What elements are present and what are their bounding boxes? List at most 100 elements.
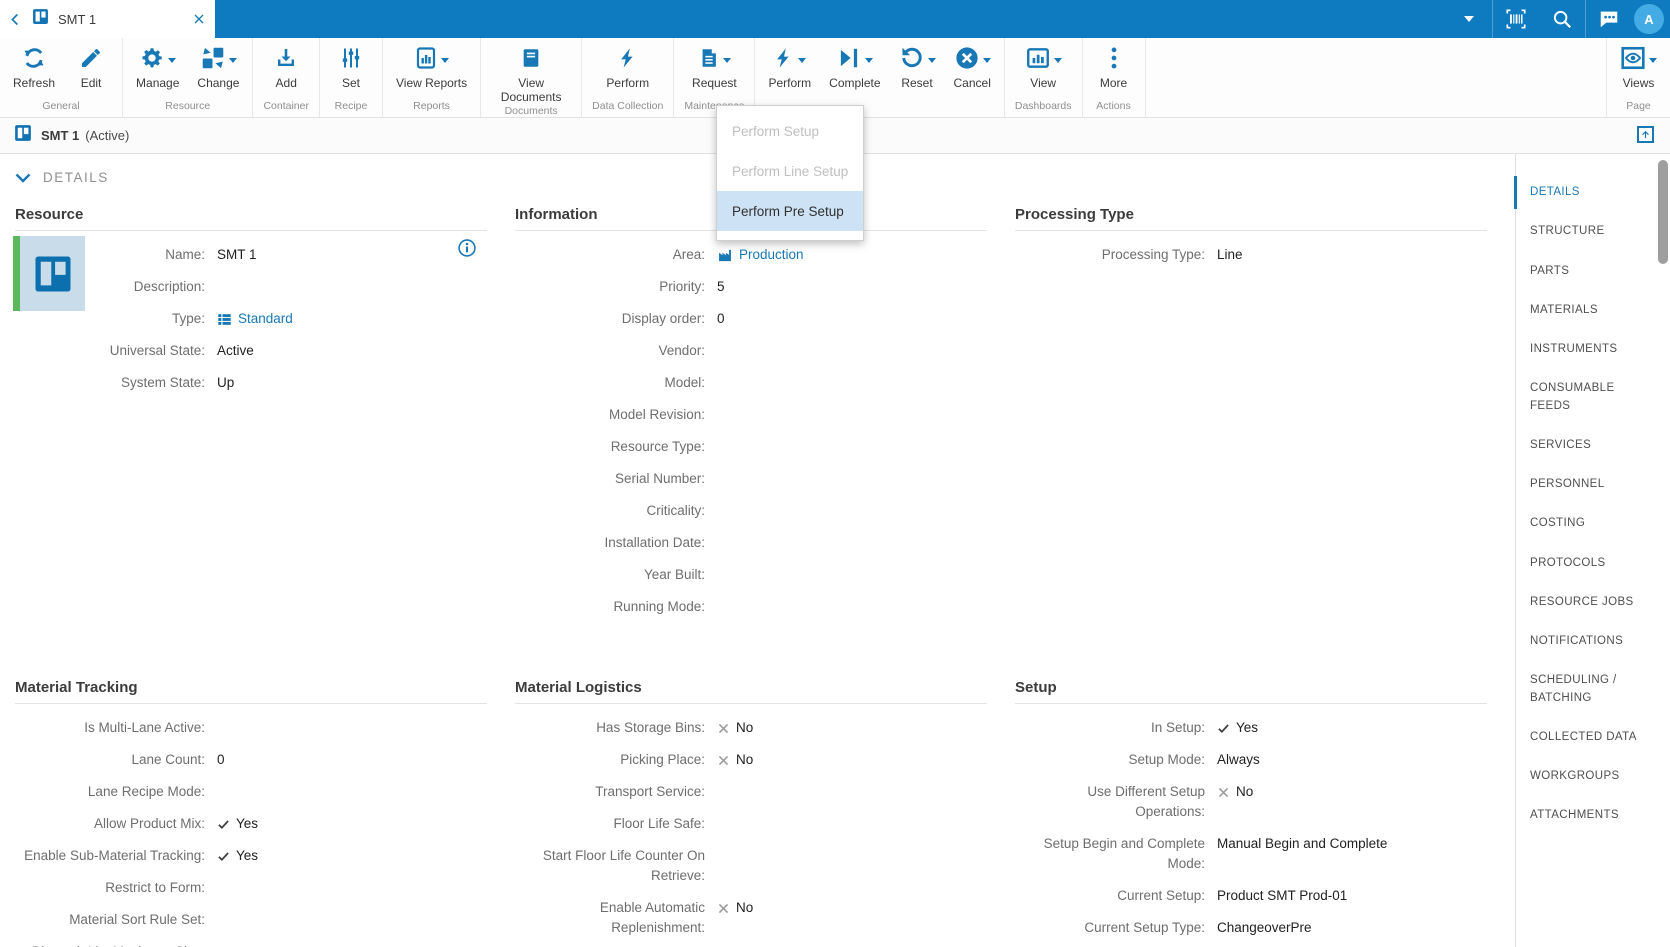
sidenav-item-parts[interactable]: PARTS	[1516, 252, 1655, 291]
sidenav-item-personnel[interactable]: PERSONNEL	[1516, 465, 1655, 504]
caret-down-icon	[983, 58, 991, 63]
value-text: Yes	[236, 814, 258, 834]
sliders-icon	[339, 45, 363, 76]
request-icon	[698, 45, 720, 76]
manage-button[interactable]: Manage	[127, 38, 188, 91]
toolbar-group-page: ViewsPage	[1606, 38, 1670, 117]
complete-button[interactable]: Complete	[820, 38, 889, 91]
field-row: System State:Up	[15, 373, 487, 393]
field-row: Floor Life Safe:	[515, 814, 987, 834]
field-label: Start Floor Life Counter On Retrieve:	[515, 846, 705, 886]
toolbar-group-label: Recipe	[324, 100, 378, 117]
field-label: Setup Mode:	[1015, 750, 1205, 770]
request-button[interactable]: Request	[683, 38, 746, 91]
sidenav-item-structure[interactable]: STRUCTURE	[1516, 212, 1655, 251]
active-tab[interactable]: SMT 1	[0, 0, 215, 38]
toolbar-group-dashboards: ViewDashboards	[1005, 38, 1083, 117]
resource-board-icon	[14, 124, 32, 147]
detail-sections: ResourceName:SMT 1Description:Type:Stand…	[15, 198, 1515, 947]
add-button[interactable]: Add	[259, 38, 313, 91]
refresh-button[interactable]: Refresh	[4, 38, 64, 91]
info-icon[interactable]	[457, 238, 477, 263]
button-label: More	[1100, 77, 1127, 91]
field-label: In Setup:	[1015, 718, 1205, 738]
field-label: Current Setup:	[1015, 886, 1205, 906]
sidenav-item-protocols[interactable]: PROTOCOLS	[1516, 544, 1655, 583]
field-row: Has Storage Bins:No	[515, 718, 987, 738]
sidenav-item-costing[interactable]: COSTING	[1516, 504, 1655, 543]
views-button[interactable]: Views	[1611, 38, 1666, 91]
field-label: Material Sort Rule Set:	[15, 910, 205, 930]
sidenav-item-collected-data[interactable]: COLLECTED DATA	[1516, 718, 1655, 757]
menu-item-perform-pre-setup[interactable]: Perform Pre Setup	[717, 191, 863, 231]
tabs-dropdown-caret-icon[interactable]	[1446, 0, 1492, 38]
reset-button[interactable]: Reset	[890, 38, 945, 91]
resource-thumbnail[interactable]	[13, 236, 85, 311]
view-button[interactable]: View	[1016, 38, 1071, 91]
field-label: Running Mode:	[515, 597, 705, 617]
field-row: Vendor:	[515, 341, 987, 361]
field-row: Type:Standard	[15, 309, 487, 329]
sidenav-item-attachments[interactable]: ATTACHMENTS	[1516, 796, 1655, 835]
user-avatar[interactable]: A	[1634, 4, 1664, 34]
tab-title: SMT 1	[58, 12, 184, 27]
button-label: Manage	[136, 77, 179, 91]
sidenav-item-details[interactable]: DETAILS	[1516, 173, 1655, 212]
field-label: Enable Sub-Material Tracking:	[15, 846, 205, 866]
toolbar-group-container: Add Container	[253, 38, 320, 117]
value-text: Active	[217, 341, 254, 361]
edit-button[interactable]: Edit	[64, 38, 118, 91]
topbar-actions: A	[1446, 0, 1670, 38]
button-label: Reset	[901, 77, 932, 91]
field-value[interactable]: Production	[717, 245, 804, 265]
sidenav-item-notifications[interactable]: NOTIFICATIONS	[1516, 622, 1655, 661]
main-content: DETAILS ResourceName:SMT 1Description:Ty…	[0, 154, 1515, 947]
menu-item-perform-line-setup: Perform Line Setup	[717, 151, 863, 191]
field-row: Display order:0	[515, 309, 987, 329]
field-label: Year Built:	[515, 565, 705, 585]
change-button[interactable]: Change	[188, 38, 248, 91]
more-button[interactable]: More	[1087, 38, 1141, 91]
field-row: Processing Type:Line	[1015, 245, 1487, 265]
section-title: Setup	[1015, 679, 1487, 704]
collapse-panel-icon[interactable]	[1637, 126, 1654, 143]
vertical-scrollbar[interactable]	[1658, 160, 1668, 264]
field-label: Transport Service:	[515, 782, 705, 802]
cancel-button[interactable]: Cancel	[945, 38, 1000, 91]
set-button[interactable]: Set	[324, 38, 378, 91]
sidenav-item-consumable-feeds[interactable]: CONSUMABLE FEEDS	[1516, 369, 1655, 426]
barcode-scan-icon[interactable]	[1493, 0, 1539, 38]
toolbar-group-recipe: Set Recipe	[320, 38, 383, 117]
field-row: Setup Begin and Complete Mode:Manual Beg…	[1015, 834, 1487, 874]
field-value: No	[717, 898, 753, 918]
sidenav-item-instruments[interactable]: INSTRUMENTS	[1516, 330, 1655, 369]
sidenav-item-workgroups[interactable]: WORKGROUPS	[1516, 757, 1655, 796]
view-reports-button[interactable]: View Reports	[387, 38, 476, 91]
field-row: Description:	[15, 277, 487, 297]
button-label: Refresh	[13, 77, 55, 91]
sidenav-item-resource-jobs[interactable]: RESOURCE JOBS	[1516, 583, 1655, 622]
perform-button[interactable]: Perform	[759, 38, 820, 91]
perform-button[interactable]: Perform	[597, 38, 658, 91]
field-value[interactable]: Standard	[217, 309, 293, 329]
back-chevron-icon[interactable]	[8, 12, 23, 27]
field-value: Line	[1217, 245, 1243, 265]
tab-close-icon[interactable]	[193, 13, 205, 25]
x-mark-icon	[717, 722, 730, 735]
toolbar-group-label: Container	[257, 100, 315, 117]
sidenav-item-scheduling-batching[interactable]: SCHEDULING / BATCHING	[1516, 661, 1655, 718]
top-tab-bar: SMT 1 A	[0, 0, 1670, 38]
chat-icon[interactable]	[1586, 0, 1632, 38]
menu-item-perform-setup: Perform Setup	[717, 111, 863, 151]
sidenav-item-materials[interactable]: MATERIALS	[1516, 291, 1655, 330]
value-text: Yes	[1236, 718, 1258, 738]
sidenav-item-services[interactable]: SERVICES	[1516, 426, 1655, 465]
dashboard-icon	[1025, 45, 1051, 76]
field-row: Restrict to Form:	[15, 878, 487, 898]
field-label: Lane Count:	[15, 750, 205, 770]
value-text: Standard	[238, 309, 293, 329]
caret-down-icon	[1054, 58, 1062, 63]
view-documents-button[interactable]: View Documents	[485, 38, 577, 105]
search-icon[interactable]	[1539, 0, 1585, 38]
status-green-bar	[13, 236, 20, 311]
